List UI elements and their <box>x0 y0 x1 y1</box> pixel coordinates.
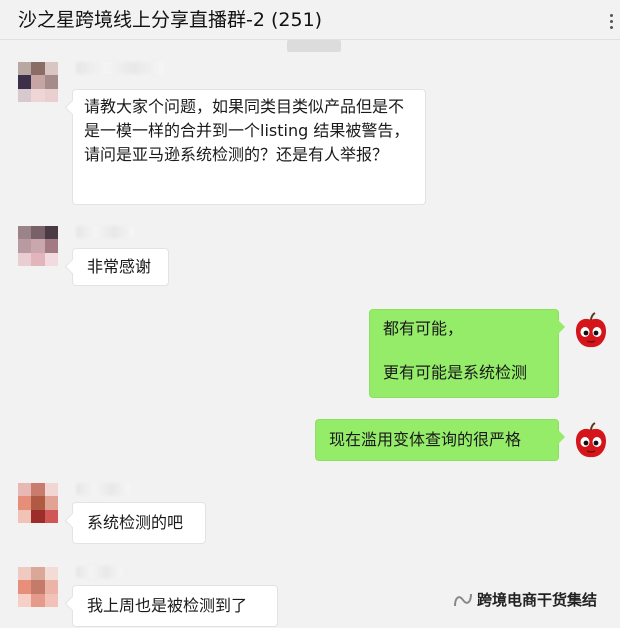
avatar[interactable] <box>18 483 58 523</box>
timestamp-chip <box>287 40 341 52</box>
message-text: 现在滥用变体查询的很严格 <box>329 430 522 449</box>
sender-name <box>76 226 134 238</box>
watermark-text: 跨境电商干货集结 <box>477 591 598 609</box>
message-text: 请教大家个问题，如果同类目类似产品但是不是一模一样的合并到一个listing 结… <box>84 97 410 164</box>
avatar[interactable] <box>18 62 58 102</box>
message-text: 系统检测的吧 <box>87 513 184 532</box>
avatar[interactable] <box>18 226 58 266</box>
wechat-channel-icon <box>454 593 472 607</box>
message-text-line: 更有可能是系统检测 <box>383 363 528 382</box>
apple-avatar-icon[interactable] <box>571 421 611 461</box>
chat-title[interactable]: 沙之星跨境线上分享直播群-2 (251) <box>18 5 322 32</box>
message-bubble[interactable]: 请教大家个问题，如果同类目类似产品但是不是一模一样的合并到一个listing 结… <box>72 89 426 205</box>
message-text-line: 都有可能， <box>383 319 464 338</box>
message-bubble[interactable]: 我上周也是被检测到了 <box>72 585 278 627</box>
chat-header: 沙之星跨境线上分享直播群-2 (251) <box>0 0 620 40</box>
avatar[interactable] <box>18 567 58 607</box>
sender-name <box>76 566 122 578</box>
more-options-icon[interactable] <box>608 14 614 30</box>
watermark: 跨境电商干货集结 <box>453 589 597 610</box>
message-bubble[interactable]: 非常感谢 <box>72 248 169 286</box>
sender-name <box>76 483 130 495</box>
message-bubble[interactable]: 都有可能， 更有可能是系统检测 <box>369 309 559 398</box>
message-bubble[interactable]: 现在滥用变体查询的很严格 <box>315 419 559 461</box>
message-text: 我上周也是被检测到了 <box>87 596 248 615</box>
apple-avatar-icon[interactable] <box>571 311 611 351</box>
message-bubble[interactable]: 系统检测的吧 <box>72 502 206 544</box>
sender-name <box>76 62 164 74</box>
message-text: 非常感谢 <box>87 257 152 276</box>
